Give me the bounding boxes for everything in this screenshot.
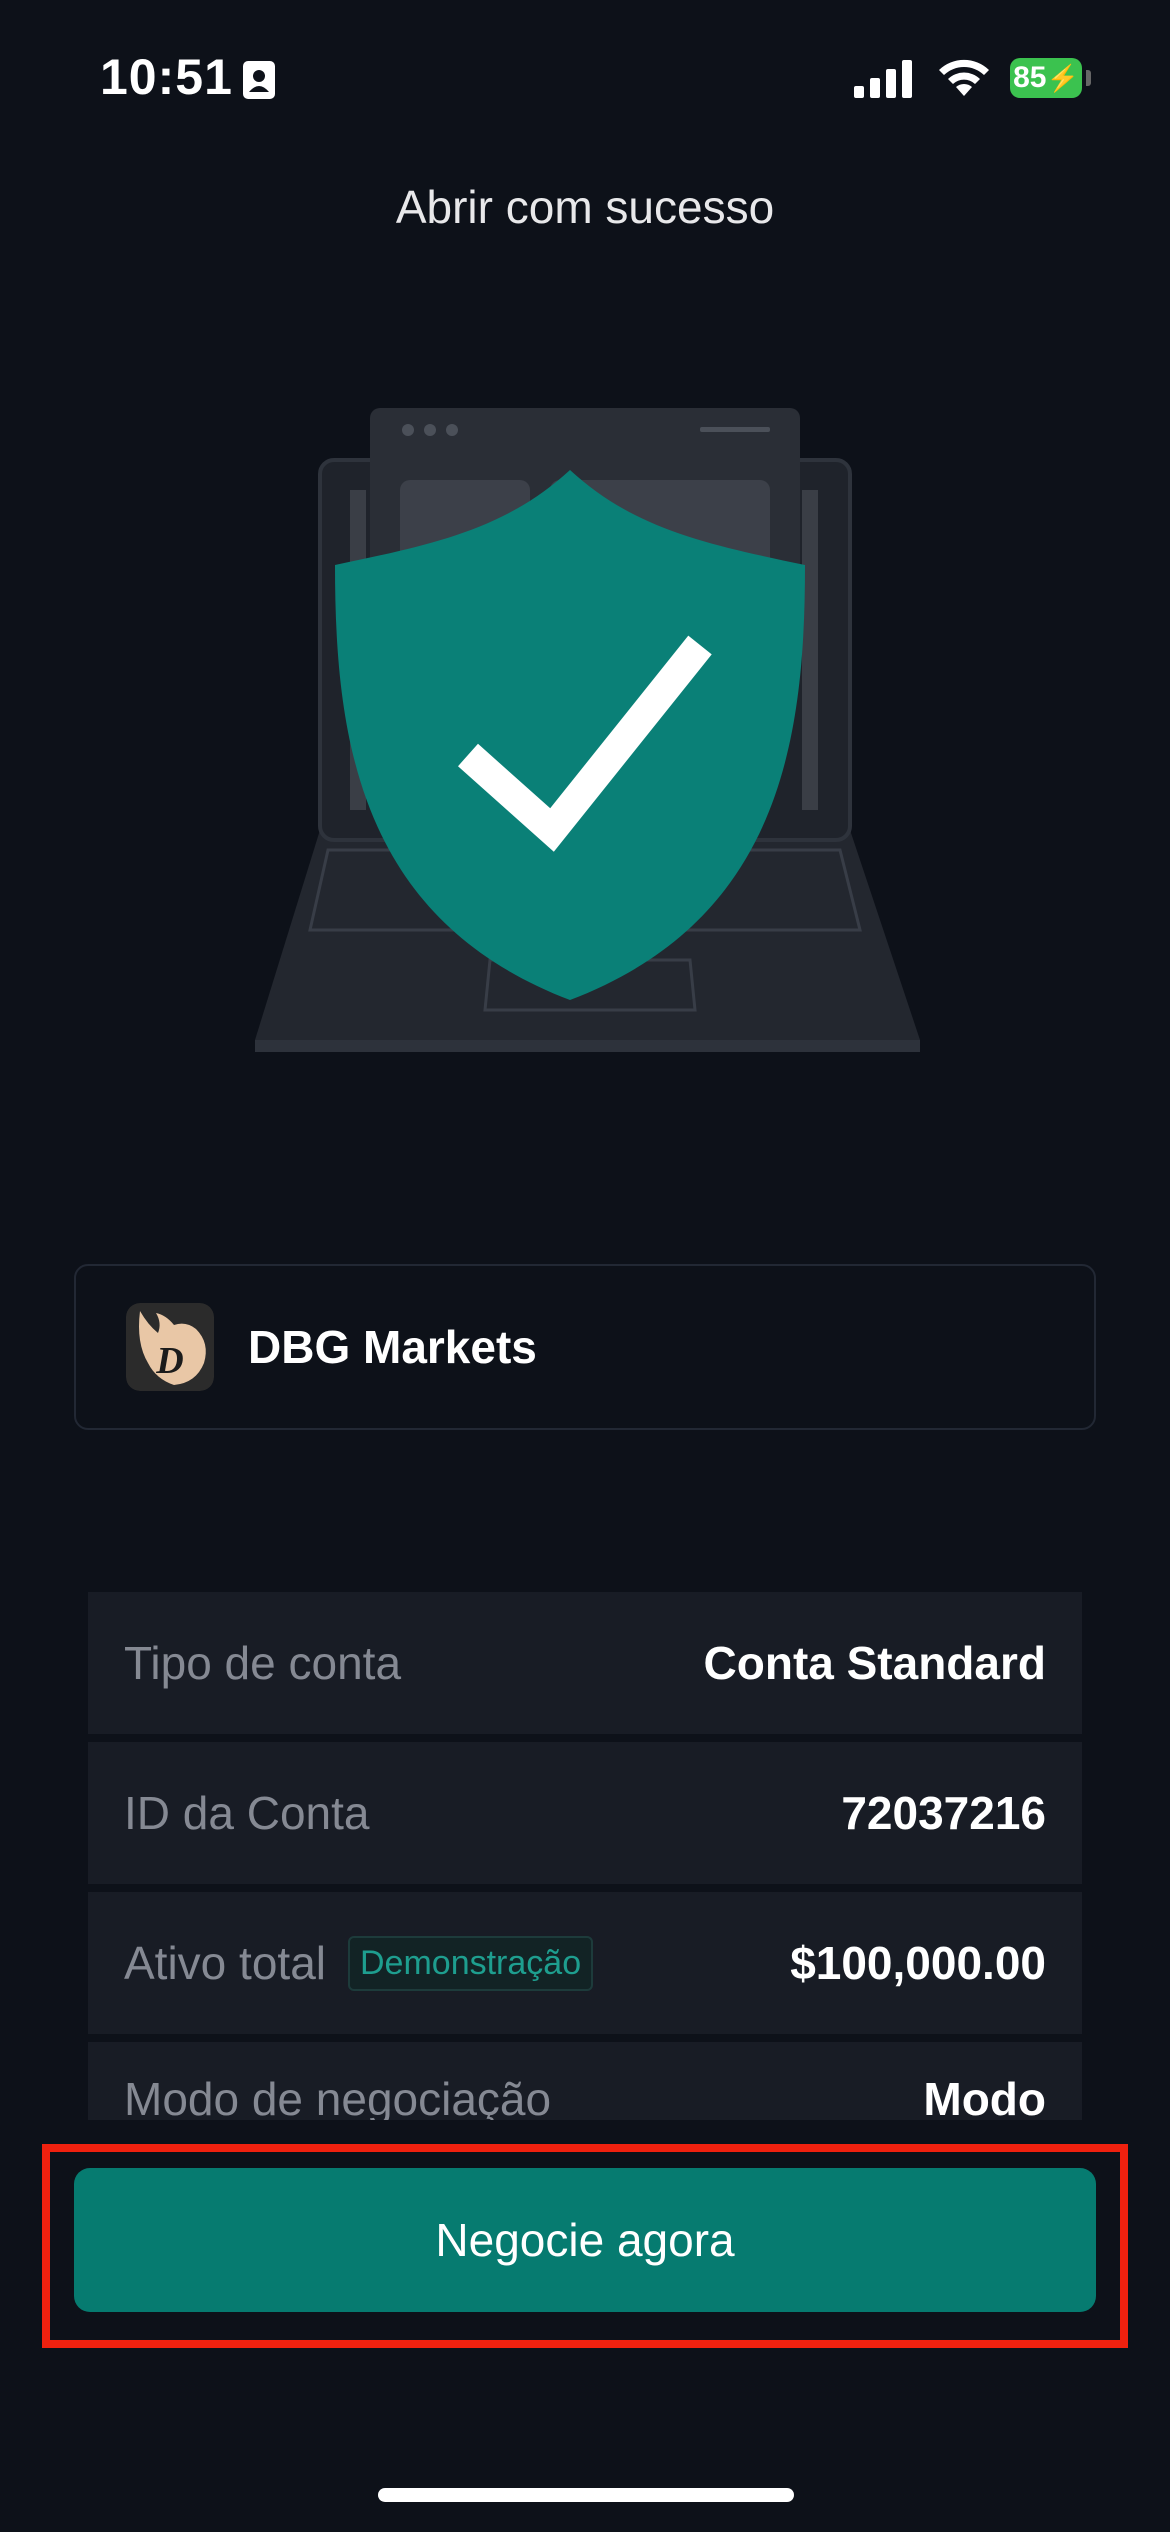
battery-level: 85 [1013,61,1047,94]
screen: 10:51 85 ⚡ Abrir com sucesso D DBG Marke… [0,0,1170,2532]
info-label: ID da Conta [124,1787,370,1839]
contact-card-icon [243,61,275,99]
dbg-logo-icon: D [126,1303,214,1391]
battery-icon: 85 ⚡ [1010,58,1082,98]
broker-card[interactable]: D DBG Markets [74,1264,1096,1430]
info-row-trading-mode: Modo de negociação Modo [88,2042,1082,2120]
signal-icon [854,60,912,98]
info-row-total-assets: Ativo total Demonstração $100,000.00 [88,1892,1082,2034]
wifi-icon [939,59,989,96]
info-row-account-id: ID da Conta 72037216 [88,1742,1082,1884]
info-row-account-type: Tipo de conta Conta Standard [88,1592,1082,1734]
page-title: Abrir com sucesso [395,181,775,233]
info-label: Ativo total [124,1937,326,1989]
account-info-table: Tipo de conta Conta Standard ID da Conta… [88,1592,1082,2120]
status-time: 10:51 [100,49,233,105]
trade-now-button[interactable]: Negocie agora [74,2168,1096,2312]
info-value: Modo [923,2073,1046,2120]
info-value: Conta Standard [703,1637,1046,1689]
info-label-with-badge: Ativo total Demonstração [124,1935,594,1991]
info-label: Modo de negociação [124,2073,552,2120]
info-value: $100,000.00 [790,1937,1046,1989]
info-value: 72037216 [841,1787,1046,1839]
status-bar: 10:51 85 ⚡ [0,0,1170,150]
demo-badge: Demonstração [348,1935,594,1991]
home-indicator[interactable] [378,2488,794,2502]
broker-name: DBG Markets [248,1321,537,1373]
shield-check-icon [255,408,920,1052]
battery-tip [1086,70,1091,86]
info-label: Tipo de conta [124,1637,402,1689]
svg-text:D: D [155,1340,183,1382]
